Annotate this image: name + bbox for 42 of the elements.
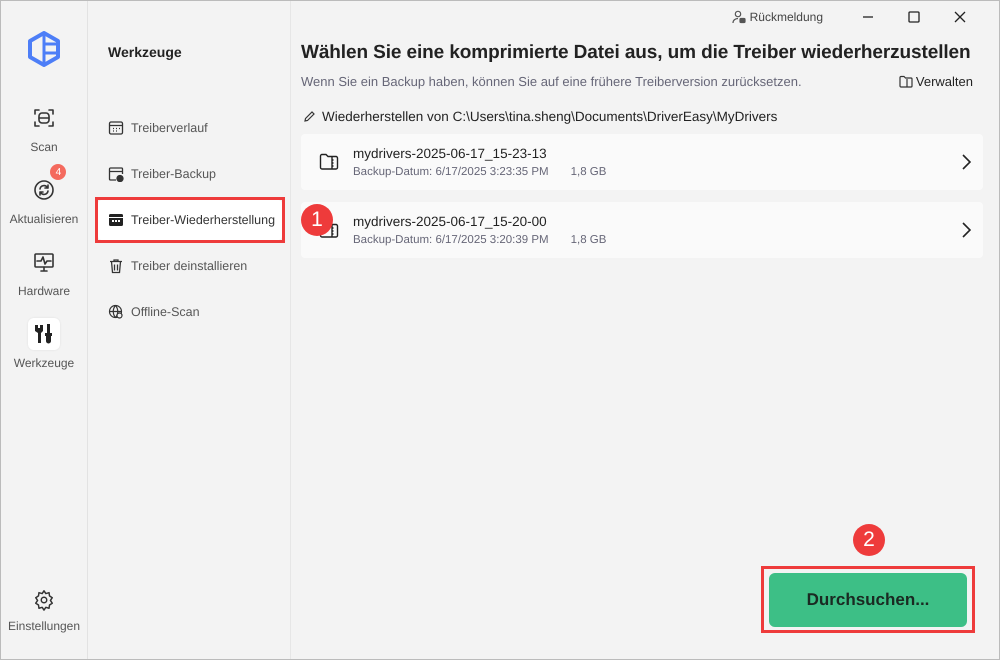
- settings-button[interactable]: Einstellungen: [8, 589, 80, 633]
- backup-date: Backup-Datum: 6/17/2025 3:20:39 PM: [353, 234, 549, 246]
- page-subtitle: Wenn Sie ein Backup haben, können Sie auf eine frühere Treiberversion zurücksetzen.: [301, 74, 802, 89]
- settings-icon: [33, 589, 55, 611]
- nav-item[interactable]: Scan: [28, 102, 60, 154]
- chevron-right-icon: [961, 154, 971, 170]
- feedback-button[interactable]: Rückmeldung: [732, 10, 823, 24]
- globe-icon: [108, 304, 124, 320]
- tool-item[interactable]: Treiber deinstallieren: [98, 246, 282, 286]
- chevron-right-icon: [961, 222, 971, 238]
- backup-date: Backup-Datum: 6/17/2025 3:23:35 PM: [353, 166, 549, 178]
- maximize-icon: [907, 11, 921, 23]
- count-badge: 4: [50, 164, 66, 180]
- calendar-icon: [108, 212, 124, 228]
- tool-item[interactable]: Offline-Scan: [98, 292, 282, 332]
- backup-size: 1,8 GB: [570, 234, 606, 246]
- calendar-icon: [108, 120, 124, 136]
- pencil-icon: [303, 110, 316, 123]
- backup-name: mydrivers-2025-06-17_15-23-13: [353, 146, 548, 161]
- backup-name: mydrivers-2025-06-17_15-20-00: [353, 214, 548, 229]
- close-icon: [953, 11, 967, 23]
- backup-row[interactable]: mydrivers-2025-06-17_15-23-13 Backup-Datum: 6/17/2025 3:23:35 PM 1,8 GB: [301, 134, 983, 190]
- nav-item[interactable]: Hardware: [18, 246, 70, 298]
- calendar-backup-icon: [108, 166, 124, 182]
- user-icon: [732, 10, 746, 24]
- trash-icon: [108, 258, 124, 274]
- restore-path: Wiederherstellen von C:\Users\tina.sheng\Documents\DriverEasy\MyDrivers: [322, 109, 778, 124]
- backup-size: 1,8 GB: [570, 166, 606, 178]
- tool-item[interactable]: Treiber-Wiederherstellung: [98, 200, 282, 240]
- zip-folder-icon: [319, 153, 339, 171]
- folder-icon: [898, 75, 913, 88]
- refresh-icon: [32, 178, 56, 202]
- tool-item[interactable]: Treiberverlauf: [98, 108, 282, 148]
- scan-icon: [32, 106, 56, 130]
- browse-button[interactable]: Durchsuchen...: [769, 573, 967, 627]
- panel-title: Werkzeuge: [108, 44, 183, 60]
- page-heading: Wählen Sie eine komprimierte Datei aus, um die Treiber wiederherzustellen: [301, 42, 972, 64]
- tool-item[interactable]: Treiber-Backup: [98, 154, 282, 194]
- monitor-icon: [32, 250, 56, 274]
- nav-item[interactable]: Werkzeuge: [14, 318, 74, 370]
- manage-button[interactable]: Verwalten: [898, 74, 983, 89]
- step-marker: 2: [853, 524, 885, 556]
